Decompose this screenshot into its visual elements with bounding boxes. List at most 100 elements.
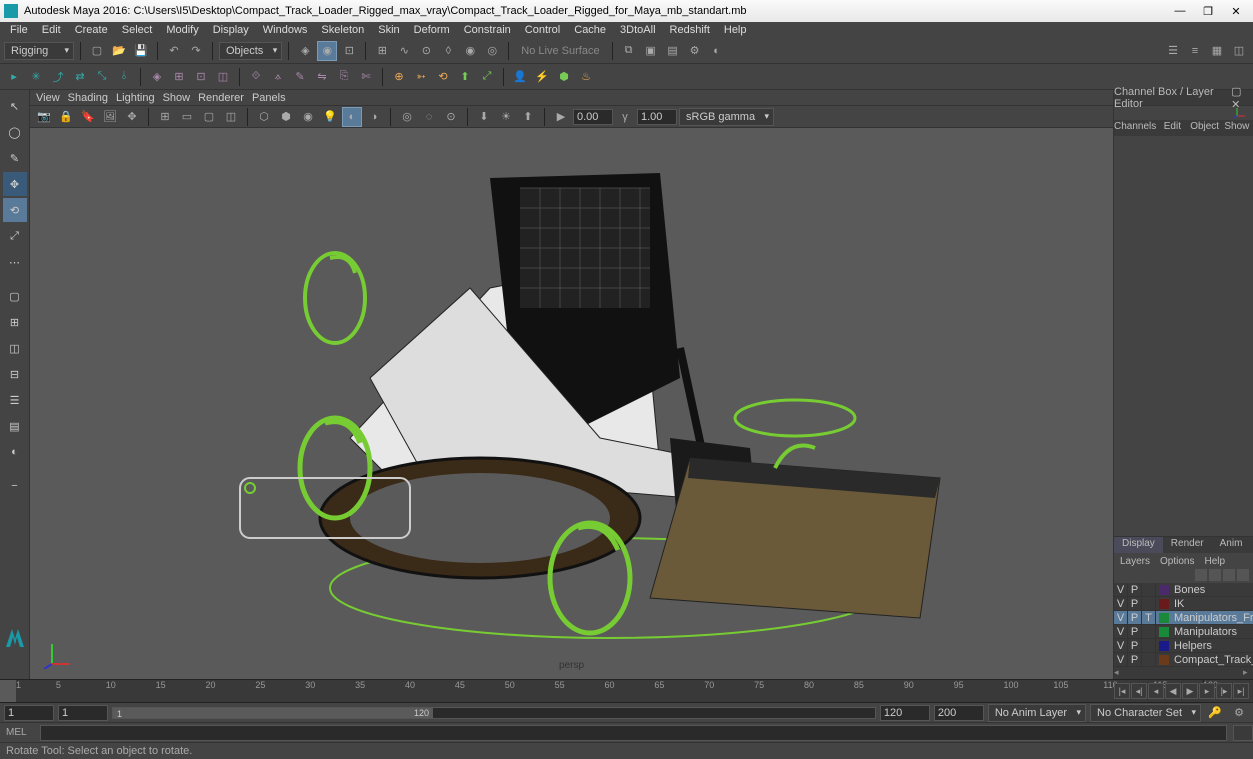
time-slider[interactable]: 1510152025303540455055606570758085909510… (0, 679, 1253, 703)
render-frame-icon[interactable]: ▣ (641, 41, 661, 61)
menu-skeleton[interactable]: Skeleton (315, 24, 370, 36)
menu-windows[interactable]: Windows (257, 24, 314, 36)
detach-skin-icon[interactable]: ⟑ (268, 67, 288, 87)
constraint-parent-icon[interactable]: ⬆ (455, 67, 475, 87)
step-back-key-icon[interactable]: ◂| (1131, 683, 1147, 699)
layer-visible-toggle[interactable]: V (1114, 583, 1128, 596)
step-forward-icon[interactable]: ▸ (1199, 683, 1215, 699)
workspace-dropdown[interactable]: Rigging (4, 42, 74, 60)
ipr-render-icon[interactable]: ▤ (663, 41, 683, 61)
construction-history-icon[interactable]: ⧉ (619, 41, 639, 61)
menu-edit[interactable]: Edit (36, 24, 67, 36)
move-layer-down-icon[interactable] (1209, 569, 1221, 581)
layer-type-toggle[interactable] (1142, 653, 1156, 666)
select-camera-icon[interactable]: 📷 (34, 107, 54, 127)
layer-row[interactable]: VPTManipulators_Freez (1114, 611, 1253, 625)
layer-type-toggle[interactable]: T (1142, 611, 1156, 624)
lock-camera-icon[interactable]: 🔒 (56, 107, 76, 127)
panel-menu-lighting[interactable]: Lighting (116, 92, 155, 104)
new-layer-selected-icon[interactable] (1237, 569, 1249, 581)
joint-tool-icon[interactable]: ✳ (26, 67, 46, 87)
layer-row[interactable]: VPHelpers (1114, 639, 1253, 653)
persp-outliner-icon[interactable]: ▤ (3, 414, 27, 438)
play-back-icon[interactable]: ◀ (1165, 683, 1181, 699)
command-language-label[interactable]: MEL (0, 727, 40, 738)
two-pane-stack-icon[interactable]: ⊟ (3, 362, 27, 386)
grid-icon[interactable]: ⊞ (155, 107, 175, 127)
menu-deform[interactable]: Deform (408, 24, 456, 36)
menu-constrain[interactable]: Constrain (458, 24, 517, 36)
create-blend-icon[interactable]: ◫ (213, 67, 233, 87)
panel-menu-view[interactable]: View (36, 92, 60, 104)
paint-select-tool-icon[interactable]: ✎ (3, 146, 27, 170)
quick-rig-icon[interactable]: ⚡ (532, 67, 552, 87)
menu-file[interactable]: File (4, 24, 34, 36)
film-gate-icon[interactable]: ▭ (177, 107, 197, 127)
paint-weights-icon[interactable]: ✎ (290, 67, 310, 87)
step-back-icon[interactable]: ◂ (1148, 683, 1164, 699)
snap-view-icon[interactable]: ◎ (482, 41, 502, 61)
layer-tab-render[interactable]: Render (1163, 537, 1212, 553)
resolution-gate-icon[interactable]: ▢ (199, 107, 219, 127)
menu-control[interactable]: Control (519, 24, 566, 36)
snap-grid-icon[interactable]: ⊞ (372, 41, 392, 61)
minimize-button[interactable]: — (1167, 2, 1193, 20)
colorspace-dropdown[interactable]: sRGB gamma (679, 108, 774, 126)
layer-visible-toggle[interactable]: V (1114, 611, 1128, 624)
hypershade-layout-icon[interactable]: ◐ (3, 440, 27, 464)
snap-plane-icon[interactable]: ◊ (438, 41, 458, 61)
range-slider[interactable]: 1120 (112, 707, 876, 719)
ik-handle-icon[interactable]: ⫰ (114, 67, 134, 87)
cb-tab-edit[interactable]: Edit (1156, 120, 1188, 136)
layer-type-toggle[interactable] (1142, 625, 1156, 638)
copy-weights-icon[interactable]: ⎘ (334, 67, 354, 87)
go-to-start-icon[interactable]: |◂ (1114, 683, 1130, 699)
undo-icon[interactable]: ↶ (164, 41, 184, 61)
toggle-attribute-editor-icon[interactable]: ☰ (1163, 41, 1183, 61)
time-slider-playhead[interactable] (0, 680, 16, 702)
layer-visible-toggle[interactable]: V (1114, 653, 1128, 666)
viewport[interactable]: persp (30, 128, 1113, 679)
move-layer-up-icon[interactable] (1195, 569, 1207, 581)
range-end-outer-field[interactable]: 200 (934, 705, 984, 721)
menu-display[interactable]: Display (207, 24, 255, 36)
layer-row[interactable]: VPManipulators (1114, 625, 1253, 639)
mirror-joint-icon[interactable]: ⇄ (70, 67, 90, 87)
viewport-renderer-icon[interactable]: ▶ (551, 107, 571, 127)
exposure-field[interactable]: 0.00 (573, 109, 613, 125)
menu-redshift[interactable]: Redshift (664, 24, 716, 36)
bake-icon[interactable]: ♨ (576, 67, 596, 87)
range-start-outer-field[interactable]: 1 (4, 705, 54, 721)
2d-pan-icon[interactable]: ✥ (122, 107, 142, 127)
snap-curve-icon[interactable]: ∿ (394, 41, 414, 61)
menu-cache[interactable]: Cache (568, 24, 612, 36)
image-plane-icon[interactable]: 🖼 (100, 107, 120, 127)
select-by-hierarchy-icon[interactable]: ◈ (295, 41, 315, 61)
isolate-select-icon[interactable]: ◎ (397, 107, 417, 127)
layer-visible-toggle[interactable]: V (1114, 597, 1128, 610)
script-editor-icon[interactable] (1233, 725, 1253, 741)
snap-point-icon[interactable]: ⊙ (416, 41, 436, 61)
control-rig-icon[interactable]: ⬢ (554, 67, 574, 87)
panel-menu-panels[interactable]: Panels (252, 92, 286, 104)
constraint-aim-icon[interactable]: ➳ (411, 67, 431, 87)
layer-visible-toggle[interactable]: V (1114, 625, 1128, 638)
panel-menu-shading[interactable]: Shading (68, 92, 108, 104)
layer-type-toggle[interactable] (1142, 597, 1156, 610)
range-end-inner-field[interactable]: 120 (880, 705, 930, 721)
layer-playback-toggle[interactable]: P (1128, 653, 1142, 666)
layer-menu-layers[interactable]: Layers (1120, 556, 1150, 567)
select-by-object-icon[interactable]: ◉ (317, 41, 337, 61)
smooth-shade-icon[interactable]: ⬢ (276, 107, 296, 127)
mirror-weights-icon[interactable]: ⇋ (312, 67, 332, 87)
command-input[interactable] (40, 725, 1227, 741)
layer-playback-toggle[interactable]: P (1128, 639, 1142, 652)
layer-menu-options[interactable]: Options (1160, 556, 1194, 567)
orient-joint-icon[interactable]: ⤡ (92, 67, 112, 87)
layer-row[interactable]: VPIK (1114, 597, 1253, 611)
prefs-icon[interactable]: ⚙ (1229, 703, 1249, 723)
layer-color-swatch[interactable] (1159, 655, 1169, 665)
menu-help[interactable]: Help (718, 24, 753, 36)
create-lattice-icon[interactable]: ⊞ (169, 67, 189, 87)
layer-visible-toggle[interactable]: V (1114, 639, 1128, 652)
